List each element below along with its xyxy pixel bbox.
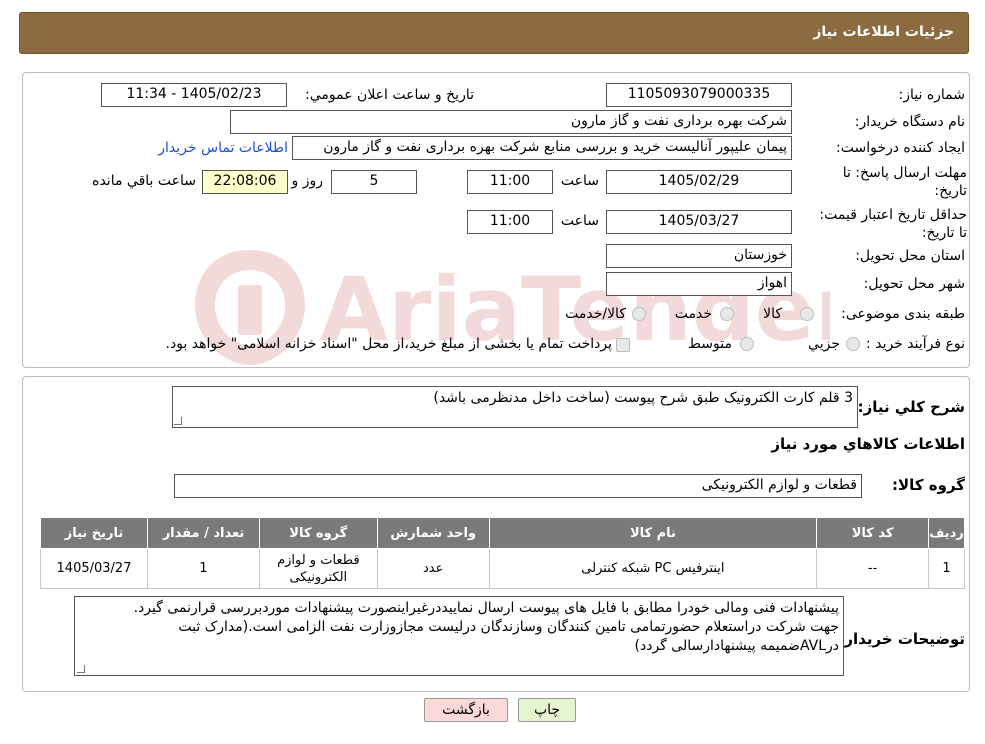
- category-both-radio[interactable]: [632, 307, 646, 321]
- process-medium-label: متوسط: [688, 336, 732, 352]
- cell-row-number: 1: [928, 548, 965, 589]
- need-number-field: 1105093079000335: [606, 83, 792, 107]
- validity-time-field: 11:00: [467, 210, 553, 234]
- buyer-org-field: شرکت بهره برداری نفت و گاز مارون: [230, 110, 792, 134]
- creator-field: پیمان علیپور آنالیست خرید و بررسی منابع …: [292, 136, 792, 160]
- deadline-time-label: ساعت: [560, 173, 599, 189]
- validity-time-label: ساعت: [560, 213, 599, 229]
- buyer-notes-label: توضيحات خريدار:: [838, 630, 965, 648]
- process-label: نوع فرآيند خريد :: [866, 336, 965, 352]
- days-field: 5: [331, 170, 417, 194]
- buyer-notes-resize-handle[interactable]: [77, 665, 85, 673]
- print-button[interactable]: چاپ: [518, 698, 576, 722]
- province-label: استان محل تحويل:: [855, 248, 965, 264]
- cell-unit: عدد: [376, 548, 490, 589]
- category-service-radio[interactable]: [720, 307, 734, 321]
- table-row: 1 -- اینترفیس PC شبکه کنترلی عدد قطعات و…: [39, 548, 965, 589]
- summary-textarea: 3 قلم کارت الکترونیک طبق شرح پیوست (ساخت…: [172, 386, 858, 428]
- city-label: شهر محل تحويل:: [863, 276, 965, 292]
- buyer-contact-link[interactable]: اطلاعات تماس خريدار: [158, 140, 288, 156]
- province-field: خوزستان: [606, 244, 792, 268]
- need-number-label: شماره نیاز:: [898, 87, 966, 103]
- buyer-notes-line-3: درAVLضمیمه پیشنهادارسالی گردد): [634, 638, 839, 654]
- buyer-notes-line-2: جهت شرکت دراستعلام حضورتمامی تامین کنندگ…: [178, 619, 839, 635]
- back-button[interactable]: بازگشت: [424, 698, 508, 722]
- category-both-label: کالا/خدمت: [565, 306, 626, 322]
- goods-table-header-row: رديف کد کالا نام کالا واحد شمارش گروه کا…: [39, 517, 965, 549]
- remaining-label: ساعت باقي مانده: [92, 173, 196, 189]
- cell-goods-code: --: [816, 548, 930, 589]
- page-header: جزئیات اطلاعات نیاز: [19, 12, 969, 54]
- process-medium-radio[interactable]: [740, 337, 754, 351]
- goods-group-field: قطعات و لوازم الکترونیکی: [174, 474, 862, 498]
- col-row-number: رديف: [928, 517, 965, 549]
- cell-goods-name: اینترفیس PC شبکه کنترلی: [488, 548, 818, 589]
- announce-field: 1405/02/23 - 11:34: [101, 83, 287, 107]
- goods-table: رديف کد کالا نام کالا واحد شمارش گروه کا…: [39, 517, 965, 589]
- goods-info-title: اطلاعات کالاهاي مورد نياز: [771, 435, 965, 453]
- category-service-label: خدمت: [674, 306, 712, 322]
- category-goods-radio[interactable]: [800, 307, 814, 321]
- buyer-notes-textarea: پیشنهادات فنی ومالی خودرا مطابق با فایل …: [74, 596, 844, 676]
- process-minor-radio[interactable]: [846, 337, 860, 351]
- validity-label: حداقل تاريخ اعتبار قيمت: تا تاريخ:: [819, 207, 967, 241]
- deadline-date-field: 1405/02/29: [606, 170, 792, 194]
- validity-date-field: 1405/03/27: [606, 210, 792, 234]
- col-quantity: تعداد / مقدار: [147, 517, 260, 549]
- cell-goods-group: قطعات و لوازم الکترونیکی: [258, 548, 378, 589]
- process-minor-label: جزيي: [808, 336, 840, 352]
- category-label: طبقه بندی موضوعی:: [841, 306, 965, 322]
- category-goods-label: کالا: [763, 306, 782, 322]
- cell-quantity: 1: [147, 548, 260, 589]
- deadline-label: مهلت ارسال پاسخ: تا تاريخ:: [842, 165, 967, 199]
- buyer-notes-line-1: پیشنهادات فنی ومالی خودرا مطابق با فایل …: [133, 600, 839, 616]
- days-label: روز و: [291, 173, 324, 189]
- summary-resize-handle[interactable]: [174, 417, 182, 425]
- deadline-time-field: 11:00: [467, 170, 553, 194]
- col-goods-name: نام کالا: [488, 517, 818, 549]
- page-title: جزئیات اطلاعات نیاز: [813, 24, 954, 40]
- city-field: اهواز: [606, 272, 792, 296]
- summary-label: شرح کلي نياز:: [857, 398, 965, 416]
- announce-label: تاریخ و ساعت اعلان عمومي:: [305, 87, 474, 103]
- goods-group-label: گروه کالا:: [892, 476, 965, 494]
- cell-need-date: 1405/03/27: [39, 548, 149, 589]
- remaining-time-field: 22:08:06: [202, 170, 288, 194]
- creator-label: ايجاد کننده درخواست:: [836, 140, 965, 156]
- col-goods-code: کد کالا: [816, 517, 930, 549]
- treasury-checkbox[interactable]: [616, 338, 630, 352]
- col-need-date: تاريخ نياز: [39, 517, 149, 549]
- process-note: پرداخت تمام يا بخشی از مبلغ خريد،از محل …: [165, 336, 612, 352]
- buyer-org-label: نام دستگاه خريدار:: [854, 114, 965, 130]
- col-unit: واحد شمارش: [376, 517, 490, 549]
- col-goods-group: گروه کالا: [258, 517, 378, 549]
